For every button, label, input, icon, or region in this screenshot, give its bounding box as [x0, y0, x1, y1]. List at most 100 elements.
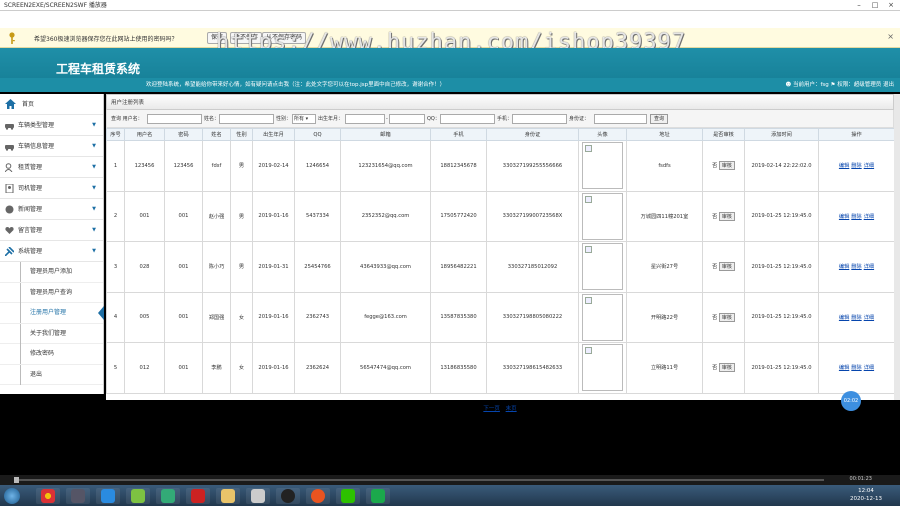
delete-link[interactable]: 删除	[851, 365, 861, 371]
taskbar-clock[interactable]: 12:04 2020-12-13	[850, 487, 882, 503]
submenu-label: 修改密码	[30, 350, 55, 357]
taskbar-app-doc[interactable]	[246, 488, 270, 504]
detail-link[interactable]: 详细	[864, 163, 874, 169]
cell-address: 开明路22号	[626, 291, 703, 343]
detail-link[interactable]: 详细	[864, 214, 874, 220]
taskbar-app-ubuntu[interactable]	[306, 488, 330, 504]
qq-input[interactable]	[440, 114, 495, 124]
sidebar-item-rent[interactable]: 租赁管理 ▼	[0, 157, 103, 178]
sidebar-item-driver[interactable]: 司机管理 ▼	[0, 178, 103, 199]
qq-label: QQ：	[427, 116, 440, 122]
delete-link[interactable]: 删除	[851, 315, 861, 321]
edit-link[interactable]: 编辑	[839, 365, 849, 371]
taskbar-app-qq[interactable]	[276, 488, 300, 504]
logout-link[interactable]: 退出	[883, 82, 894, 88]
taskbar-app-editor[interactable]	[156, 488, 180, 504]
audit-button[interactable]: 审核	[718, 161, 735, 171]
idcard-input[interactable]	[594, 114, 647, 124]
detail-link[interactable]: 详细	[864, 365, 874, 371]
submenu-admin-query[interactable]: 管理员用户查询	[0, 282, 103, 303]
taskbar-app-flash[interactable]	[186, 488, 210, 504]
cell-address: 立明路11号	[626, 342, 703, 394]
news-icon	[5, 205, 14, 214]
table-row: 2 001 001 赵小强男 2019-01-16 5437334 2352352@qq.c…	[106, 190, 895, 242]
phone-input[interactable]	[512, 114, 567, 124]
query-bar: 查询 用户名： 姓名： 性别： 所有 ▾ 出生年月： - QQ： 手机： 身份证…	[106, 110, 894, 128]
welcome-text: 欢迎登陆系统，希望能给你带来好心情，如有疑问请点击我（注：此处文字您可以在top…	[146, 82, 446, 88]
cell-avatar	[578, 140, 627, 192]
taskbar-app-browser[interactable]	[96, 488, 120, 504]
maximize-button[interactable]: □	[868, 0, 882, 11]
edit-link[interactable]: 编辑	[839, 264, 849, 270]
col-header: 性别	[230, 128, 253, 141]
page-scrollbar[interactable]	[894, 94, 900, 400]
last-page-link[interactable]: 末页	[506, 406, 517, 412]
birth-end-input[interactable]	[389, 114, 425, 124]
name-input[interactable]	[219, 114, 274, 124]
cell-avatar	[578, 291, 627, 343]
cell-idcard: 330327199255556666	[486, 140, 579, 192]
edit-link[interactable]: 编辑	[839, 315, 849, 321]
col-header: 操作	[818, 128, 895, 141]
delete-link[interactable]: 删除	[851, 163, 861, 169]
ubuntu-icon	[311, 489, 325, 503]
submenu-about-us[interactable]: 关于我们管理	[0, 323, 103, 344]
sidebar-item-news[interactable]: 新闻管理 ▼	[0, 199, 103, 220]
audit-status: 否	[712, 163, 718, 170]
taskbar-app-chrome[interactable]	[36, 488, 60, 504]
col-header: 序号	[106, 128, 125, 141]
cell-phone: 18956482221	[430, 241, 487, 293]
folder-icon	[221, 489, 235, 503]
gender-select[interactable]: 所有 ▾	[292, 114, 316, 124]
user-icon: ☻	[785, 82, 792, 88]
sidebar-item-car-info[interactable]: 车辆信息管理 ▼	[0, 136, 103, 157]
sidebar-item-system[interactable]: 系统管理 ▼	[0, 241, 103, 262]
audit-button[interactable]: 审核	[718, 312, 735, 322]
player-time: 00:01:23	[849, 476, 872, 482]
sidebar-item-car-type[interactable]: 车辆类型管理 ▼	[0, 115, 103, 136]
player-progress-track[interactable]	[14, 479, 824, 481]
user-info: ☻ 当前用户：fsg ⚑ 权限：超级管理员 退出	[786, 78, 895, 92]
search-button[interactable]: 查询	[650, 114, 669, 124]
taskbar-app-player[interactable]	[366, 488, 390, 504]
username-input[interactable]	[147, 114, 202, 124]
submenu-change-password[interactable]: 修改密码	[0, 344, 103, 365]
edit-link[interactable]: 编辑	[839, 214, 849, 220]
phone-label: 手机：	[497, 116, 513, 122]
audit-button[interactable]: 审核	[718, 363, 735, 373]
taskbar-app-tool[interactable]	[126, 488, 150, 504]
delete-link[interactable]: 删除	[851, 264, 861, 270]
next-page-link[interactable]: 下一页	[483, 406, 500, 412]
cell-actions: 编辑 删除 详细	[818, 241, 895, 293]
cell-avatar	[578, 342, 627, 394]
audit-button[interactable]: 审核	[718, 262, 735, 272]
detail-link[interactable]: 详细	[864, 264, 874, 270]
taskbar-app-media[interactable]	[66, 488, 90, 504]
recording-timer-badge[interactable]: 02:02	[841, 391, 861, 411]
cell-address: 星兴街27号	[626, 241, 703, 293]
close-bar-icon[interactable]: ×	[887, 32, 894, 41]
sidebar-item-home[interactable]: 首页	[0, 94, 103, 115]
chevron-down-icon: ▼	[92, 143, 96, 149]
player-progress-knob[interactable]	[14, 477, 19, 483]
sidebar-item-message[interactable]: 留言管理 ▼	[0, 220, 103, 241]
submenu-registered-users[interactable]: 注册用户管理	[0, 303, 104, 324]
cell-gender: 男	[230, 241, 253, 293]
home-icon	[5, 99, 16, 109]
cell-audit: 否 审核	[702, 342, 745, 394]
birth-start-input[interactable]	[345, 114, 385, 124]
submenu-logout[interactable]: 退出	[0, 364, 103, 385]
cell-audit: 否 审核	[702, 190, 745, 242]
detail-link[interactable]: 详细	[864, 315, 874, 321]
audit-status: 否	[712, 365, 718, 372]
start-button[interactable]	[4, 488, 20, 504]
taskbar-app-folder[interactable]	[216, 488, 240, 504]
audit-button[interactable]: 审核	[718, 211, 735, 221]
submenu-admin-add[interactable]: 管理员用户添加	[0, 262, 103, 283]
taskbar-app-wechat[interactable]	[336, 488, 360, 504]
edit-link[interactable]: 编辑	[839, 163, 849, 169]
minimize-button[interactable]: –	[852, 0, 866, 11]
delete-link[interactable]: 删除	[851, 214, 861, 220]
close-window-button[interactable]: ×	[884, 0, 898, 11]
cell-phone: 13186835580	[430, 342, 487, 394]
